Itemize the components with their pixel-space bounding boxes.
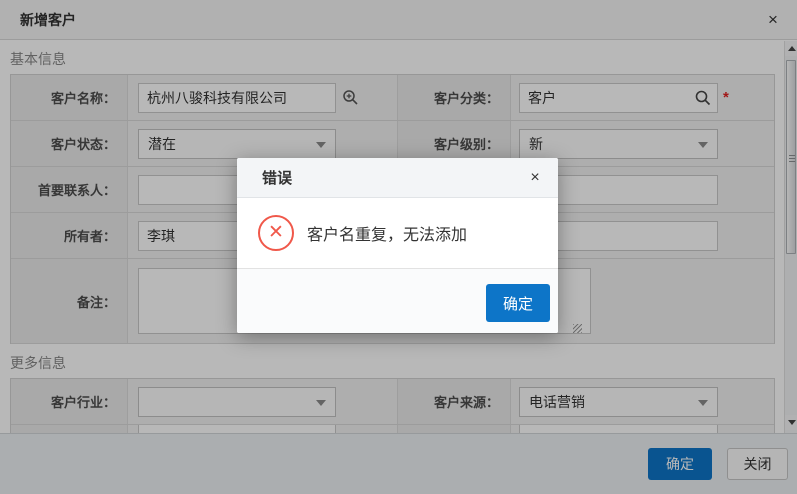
error-modal-body: ✕ 客户名重复，无法添加	[237, 198, 558, 268]
error-modal-title: 错误	[237, 167, 292, 188]
error-ok-button[interactable]: 确定	[486, 284, 550, 322]
error-icon: ✕	[258, 215, 294, 251]
error-modal: 错误 × ✕ 客户名重复，无法添加 确定	[237, 158, 558, 333]
error-modal-close-icon[interactable]: ×	[524, 167, 546, 189]
error-x-glyph: ✕	[268, 223, 284, 242]
error-modal-footer: 确定	[237, 268, 558, 333]
error-message: 客户名重复，无法添加	[307, 221, 467, 245]
error-modal-header: 错误 ×	[237, 158, 558, 198]
screen: 新增客户 × 基本信息 客户名称：	[0, 0, 797, 494]
